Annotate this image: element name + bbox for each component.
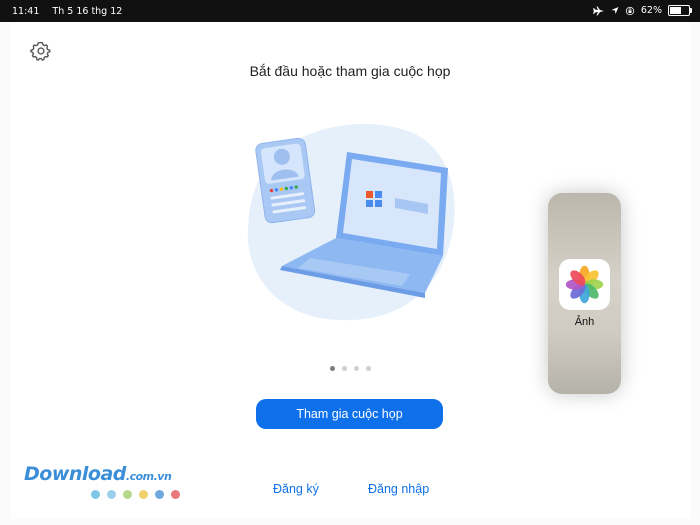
status-bar: 11:41 Th 5 16 thg 12 62% bbox=[0, 0, 700, 22]
watermark-dots bbox=[91, 490, 180, 499]
location-icon bbox=[611, 7, 619, 14]
sign-in-link[interactable]: Đăng nhập bbox=[368, 482, 429, 496]
page-dot[interactable] bbox=[330, 366, 335, 371]
airplane-icon bbox=[593, 6, 604, 15]
battery-icon bbox=[668, 5, 692, 16]
join-meeting-button[interactable]: Tham gia cuộc họp bbox=[256, 399, 443, 429]
watermark-logo: Download.com.vn bbox=[24, 463, 180, 485]
download-watermark: Download.com.vn bbox=[24, 463, 180, 499]
watermark-dot bbox=[123, 490, 132, 499]
photos-app-icon[interactable] bbox=[559, 259, 610, 310]
contact-card bbox=[255, 137, 316, 224]
slide-over-panel[interactable]: Ảnh bbox=[548, 193, 621, 394]
page-indicator[interactable] bbox=[330, 366, 371, 371]
status-time: 11:41 bbox=[12, 6, 40, 17]
page-dot[interactable] bbox=[342, 366, 347, 371]
settings-gear-icon[interactable] bbox=[30, 40, 52, 62]
sign-up-link[interactable]: Đăng ký bbox=[273, 482, 319, 496]
page-title: Bắt đầu hoặc tham gia cuộc họp bbox=[249, 63, 451, 79]
app-label: Ảnh bbox=[574, 316, 595, 328]
watermark-domain: .com.vn bbox=[125, 470, 172, 483]
battery-percent: 62% bbox=[640, 5, 662, 16]
onboarding-illustration bbox=[247, 123, 455, 321]
page-dot[interactable] bbox=[354, 366, 359, 371]
status-date: Th 5 16 thg 12 bbox=[52, 6, 123, 17]
watermark-dot bbox=[171, 490, 180, 499]
ipad-screen: 11:41 Th 5 16 thg 12 62% Bắt đầu hoặc th… bbox=[0, 0, 700, 525]
watermark-dot bbox=[139, 490, 148, 499]
page-dot[interactable] bbox=[366, 366, 371, 371]
status-right: 62% bbox=[593, 5, 692, 16]
lock-rotation-icon bbox=[625, 6, 635, 15]
watermark-dot bbox=[91, 490, 100, 499]
watermark-dot bbox=[107, 490, 116, 499]
watermark-text: Download bbox=[24, 463, 126, 485]
watermark-dot bbox=[155, 490, 164, 499]
status-left: 11:41 Th 5 16 thg 12 bbox=[12, 6, 132, 17]
battery-fill bbox=[670, 7, 682, 14]
